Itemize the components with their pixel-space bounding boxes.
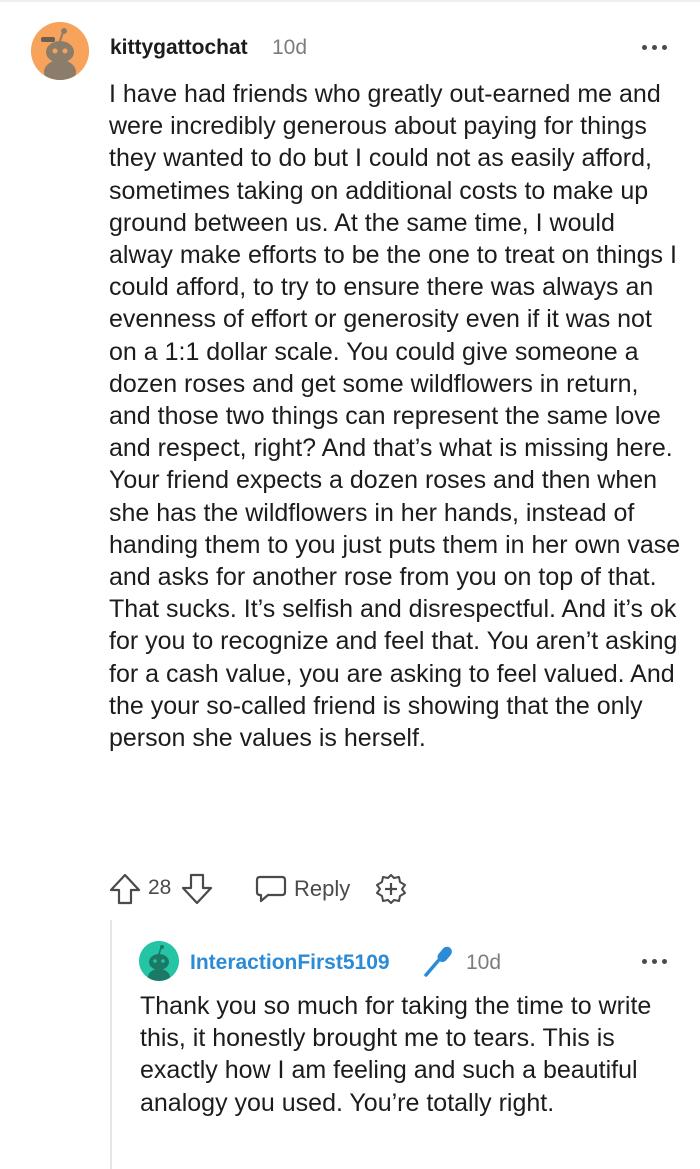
award-button[interactable]: [374, 872, 408, 906]
reply-timestamp: 10d: [466, 951, 502, 974]
comment-timestamp: 10d: [272, 36, 308, 59]
comment-body: I have had friends who greatly out-earne…: [109, 80, 681, 753]
avatar[interactable]: [31, 22, 89, 80]
reply-button[interactable]: Reply: [254, 870, 364, 906]
more-options-icon[interactable]: [640, 950, 670, 970]
reply-avatar[interactable]: [139, 941, 179, 981]
arrow-up-icon: [109, 873, 141, 905]
downvote-button[interactable]: [180, 872, 214, 906]
divider: [0, 0, 700, 4]
vote-score: 28: [148, 876, 172, 899]
upvote-button[interactable]: [108, 872, 142, 906]
reply-label: Reply: [294, 876, 351, 901]
comment-author[interactable]: kittygattochat: [110, 36, 248, 60]
reply-author[interactable]: InteractionFirst5109: [190, 951, 390, 975]
speech-bubble-icon: [255, 875, 287, 903]
more-options-icon[interactable]: [640, 36, 670, 56]
microphone-icon: [420, 944, 458, 978]
arrow-down-icon: [181, 873, 213, 905]
comment-thread: kittygattochat 10d I have had friends wh…: [0, 0, 700, 1169]
reply-body: Thank you so much for taking the time to…: [140, 992, 652, 1117]
snoo-avatar-icon: [31, 22, 89, 80]
snoo-avatar-icon: [139, 941, 179, 981]
comment-action-bar: 28 Reply: [104, 868, 424, 908]
thread-line[interactable]: [110, 920, 112, 1169]
award-plus-icon: [376, 874, 406, 904]
